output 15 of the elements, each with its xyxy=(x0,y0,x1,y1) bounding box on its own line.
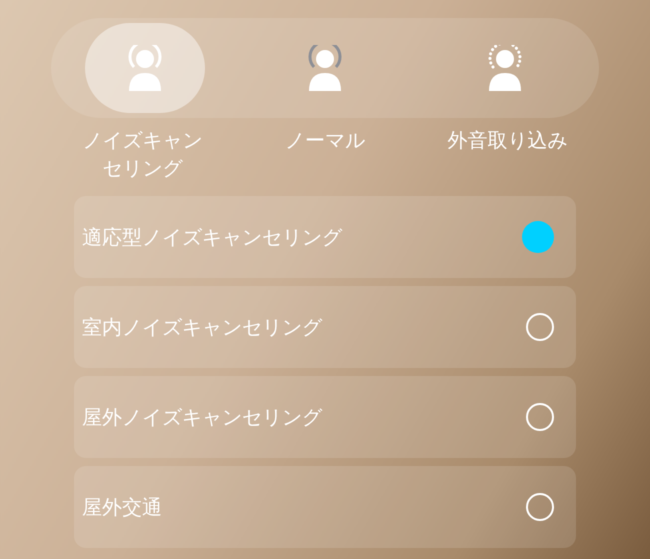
option-row[interactable]: 屋外ノイズキャンセリング xyxy=(74,376,576,458)
radio-button[interactable] xyxy=(526,403,554,431)
option-row[interactable]: 屋外交通 xyxy=(74,466,576,548)
radio-button[interactable] xyxy=(526,313,554,341)
radio-button[interactable] xyxy=(526,493,554,521)
mode-label: ノイズキャンセリング xyxy=(81,127,204,182)
option-label: 適応型ノイズキャンセリング xyxy=(82,224,342,250)
mode-label: ノーマル xyxy=(284,127,366,154)
radio-button[interactable] xyxy=(522,221,554,253)
option-label: 屋外ノイズキャンセリング xyxy=(82,404,322,430)
option-label: 室内ノイズキャンセリング xyxy=(82,314,322,340)
option-row[interactable]: 適応型ノイズキャンセリング xyxy=(74,196,576,278)
mode-label: 外音取り込み xyxy=(446,127,569,154)
option-row[interactable]: 室内ノイズキャンセリング xyxy=(74,286,576,368)
option-label: 屋外交通 xyxy=(82,494,162,520)
